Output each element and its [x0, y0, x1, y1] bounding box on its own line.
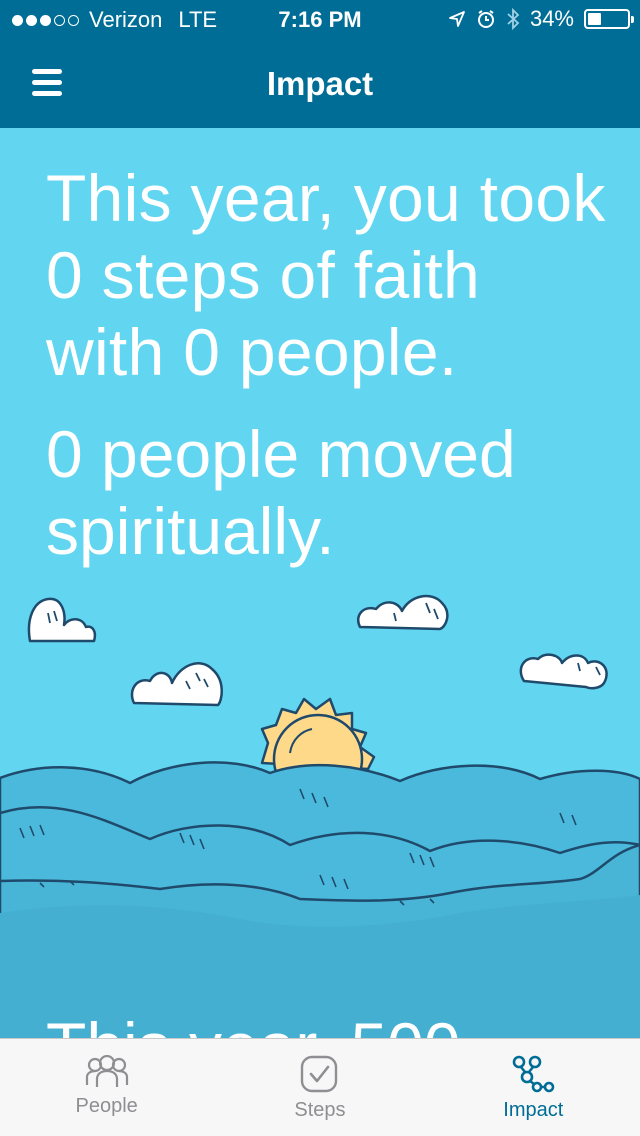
status-bar: Verizon LTE 7:16 PM 34%	[0, 0, 640, 40]
people-icon	[85, 1055, 128, 1087]
battery-percent: 34%	[529, 6, 574, 31]
tab-people[interactable]: People	[0, 1039, 213, 1136]
impact-headline: This year, you took 0 steps of faith wit…	[46, 161, 606, 389]
alarm-clock-icon	[477, 10, 494, 28]
impact-network-icon	[513, 1055, 555, 1093]
nav-bar: Impact	[0, 40, 640, 128]
battery-icon	[584, 9, 634, 29]
tab-bar: People Steps Impact	[0, 1038, 640, 1136]
impact-next-heading: This year, 500	[46, 1008, 461, 1038]
impact-content[interactable]: This year, you took 0 steps of faith wit…	[0, 128, 640, 1038]
cloud-icon	[27, 594, 608, 707]
tab-label-steps: Steps	[294, 1099, 346, 1121]
impact-moved-text: 0 people moved spiritually.	[46, 417, 516, 568]
status-indicators: 34%	[448, 6, 634, 32]
steps-check-icon	[300, 1055, 338, 1093]
tab-label-people: People	[75, 1095, 138, 1117]
page-title: Impact	[266, 65, 374, 102]
sunrise-illustration	[0, 594, 640, 1038]
location-arrow-icon	[449, 11, 465, 27]
tab-label-impact: Impact	[503, 1099, 564, 1121]
tab-impact[interactable]: Impact	[427, 1039, 640, 1136]
tab-steps[interactable]: Steps	[213, 1039, 426, 1136]
bluetooth-icon	[507, 8, 520, 30]
